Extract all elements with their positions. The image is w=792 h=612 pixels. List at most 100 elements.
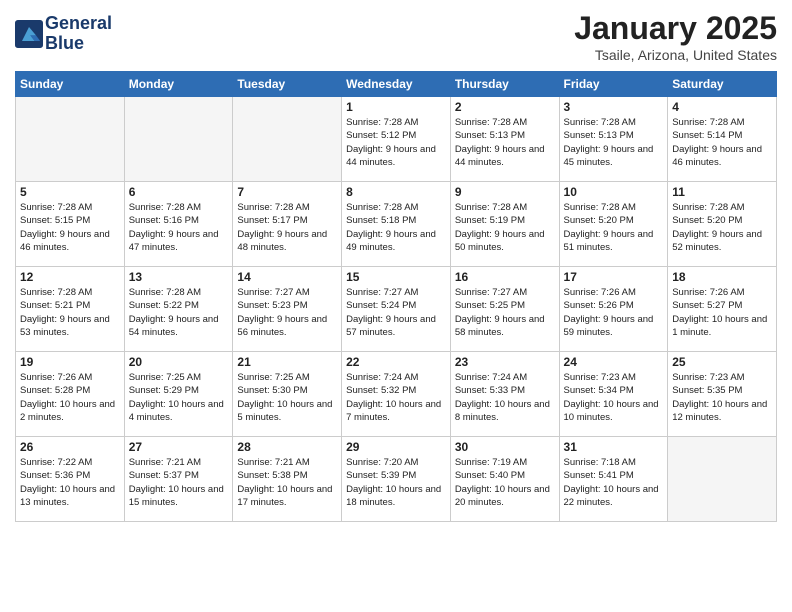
calendar-cell: 18Sunrise: 7:26 AM Sunset: 5:27 PM Dayli…: [668, 267, 777, 352]
calendar-cell: 16 Sunrise: 7:27 AM Sunset: 5:25 PM Dayli…: [450, 267, 559, 352]
day-number: 5: [20, 185, 120, 199]
day-number: 31: [564, 440, 664, 454]
calendar-cell: 20Sunrise: 7:25 AM Sunset: 5:29 PM Dayli…: [124, 352, 233, 437]
day-header-friday: Friday: [559, 72, 668, 97]
day-info: Sunrise: 7:28 AM Sunset: 5:20 PM Dayligh…: [672, 201, 772, 254]
calendar-cell: 11 Sunrise: 7:28 AM Sunset: 5:20 PM Dayli…: [668, 182, 777, 267]
week-row-2: 5 Sunrise: 7:28 AM Sunset: 5:15 PM Daylig…: [16, 182, 777, 267]
day-info: Sunrise: 7:27 AM Sunset: 5:25 PM Dayligh…: [455, 286, 555, 339]
day-info: Sunrise: 7:28 AM Sunset: 5:15 PM Dayligh…: [20, 201, 120, 254]
calendar-cell: 21 Sunrise: 7:25 AM Sunset: 5:30 PM Dayli…: [233, 352, 342, 437]
day-number: 23: [455, 355, 555, 369]
day-number: 16: [455, 270, 555, 284]
calendar-cell: 12Sunrise: 7:28 AM Sunset: 5:21 PM Dayli…: [16, 267, 125, 352]
day-info: Sunrise: 7:26 AM Sunset: 5:28 PM Dayligh…: [20, 371, 120, 424]
calendar-cell: 8 Sunrise: 7:28 AM Sunset: 5:18 PM Daylig…: [342, 182, 451, 267]
day-info: Sunrise: 7:28 AM Sunset: 5:14 PM Dayligh…: [672, 116, 772, 169]
calendar-cell: 6 Sunrise: 7:28 AM Sunset: 5:16 PM Daylig…: [124, 182, 233, 267]
logo-icon: [15, 20, 43, 48]
day-number: 13: [129, 270, 229, 284]
day-info: Sunrise: 7:25 AM Sunset: 5:30 PM Dayligh…: [237, 371, 337, 424]
day-number: 8: [346, 185, 446, 199]
day-header-tuesday: Tuesday: [233, 72, 342, 97]
calendar-cell: 30 Sunrise: 7:19 AM Sunset: 5:40 PM Dayli…: [450, 437, 559, 522]
day-number: 30: [455, 440, 555, 454]
day-header-wednesday: Wednesday: [342, 72, 451, 97]
day-number: 29: [346, 440, 446, 454]
day-number: 19: [20, 355, 120, 369]
day-info: Sunrise: 7:21 AM Sunset: 5:38 PM Dayligh…: [237, 456, 337, 509]
day-number: 25: [672, 355, 772, 369]
day-info: Sunrise: 7:23 AM Sunset: 5:35 PM Dayligh…: [672, 371, 772, 424]
day-number: 28: [237, 440, 337, 454]
location: Tsaile, Arizona, United States: [574, 47, 777, 63]
day-number: 3: [564, 100, 664, 114]
calendar-cell: [668, 437, 777, 522]
day-number: 4: [672, 100, 772, 114]
calendar-cell: 25 Sunrise: 7:23 AM Sunset: 5:35 PM Dayli…: [668, 352, 777, 437]
day-number: 26: [20, 440, 120, 454]
week-row-3: 12Sunrise: 7:28 AM Sunset: 5:21 PM Dayli…: [16, 267, 777, 352]
calendar-cell: [124, 97, 233, 182]
day-info: Sunrise: 7:28 AM Sunset: 5:18 PM Dayligh…: [346, 201, 446, 254]
day-info: Sunrise: 7:20 AM Sunset: 5:39 PM Dayligh…: [346, 456, 446, 509]
month-title: January 2025: [574, 10, 777, 47]
calendar-cell: 3 Sunrise: 7:28 AM Sunset: 5:13 PM Daylig…: [559, 97, 668, 182]
title-block: January 2025 Tsaile, Arizona, United Sta…: [574, 10, 777, 63]
calendar-cell: 24Sunrise: 7:23 AM Sunset: 5:34 PM Dayli…: [559, 352, 668, 437]
calendar-cell: 19 Sunrise: 7:26 AM Sunset: 5:28 PM Dayli…: [16, 352, 125, 437]
day-number: 7: [237, 185, 337, 199]
day-info: Sunrise: 7:26 AM Sunset: 5:26 PM Dayligh…: [564, 286, 664, 339]
week-row-4: 19 Sunrise: 7:26 AM Sunset: 5:28 PM Dayli…: [16, 352, 777, 437]
day-info: Sunrise: 7:28 AM Sunset: 5:19 PM Dayligh…: [455, 201, 555, 254]
logo: General Blue: [15, 14, 112, 54]
calendar-cell: 17 Sunrise: 7:26 AM Sunset: 5:26 PM Dayli…: [559, 267, 668, 352]
day-info: Sunrise: 7:25 AM Sunset: 5:29 PM Dayligh…: [129, 371, 229, 424]
calendar-cell: 23 Sunrise: 7:24 AM Sunset: 5:33 PM Dayli…: [450, 352, 559, 437]
day-info: Sunrise: 7:28 AM Sunset: 5:20 PM Dayligh…: [564, 201, 664, 254]
calendar-cell: 22 Sunrise: 7:24 AM Sunset: 5:32 PM Dayli…: [342, 352, 451, 437]
calendar-cell: 28 Sunrise: 7:21 AM Sunset: 5:38 PM Dayli…: [233, 437, 342, 522]
week-row-5: 26Sunrise: 7:22 AM Sunset: 5:36 PM Dayli…: [16, 437, 777, 522]
page-header: General Blue January 2025 Tsaile, Arizon…: [15, 10, 777, 63]
calendar-cell: 31 Sunrise: 7:18 AM Sunset: 5:41 PM Dayli…: [559, 437, 668, 522]
day-info: Sunrise: 7:28 AM Sunset: 5:16 PM Dayligh…: [129, 201, 229, 254]
day-info: Sunrise: 7:24 AM Sunset: 5:32 PM Dayligh…: [346, 371, 446, 424]
day-number: 6: [129, 185, 229, 199]
day-info: Sunrise: 7:28 AM Sunset: 5:13 PM Dayligh…: [564, 116, 664, 169]
day-info: Sunrise: 7:24 AM Sunset: 5:33 PM Dayligh…: [455, 371, 555, 424]
day-info: Sunrise: 7:18 AM Sunset: 5:41 PM Dayligh…: [564, 456, 664, 509]
day-number: 10: [564, 185, 664, 199]
day-info: Sunrise: 7:27 AM Sunset: 5:23 PM Dayligh…: [237, 286, 337, 339]
day-number: 21: [237, 355, 337, 369]
day-number: 15: [346, 270, 446, 284]
calendar-cell: 9 Sunrise: 7:28 AM Sunset: 5:19 PM Daylig…: [450, 182, 559, 267]
day-number: 22: [346, 355, 446, 369]
day-number: 11: [672, 185, 772, 199]
calendar-cell: 27 Sunrise: 7:21 AM Sunset: 5:37 PM Dayli…: [124, 437, 233, 522]
calendar-cell: 10 Sunrise: 7:28 AM Sunset: 5:20 PM Dayli…: [559, 182, 668, 267]
day-number: 17: [564, 270, 664, 284]
day-number: 24: [564, 355, 664, 369]
day-info: Sunrise: 7:21 AM Sunset: 5:37 PM Dayligh…: [129, 456, 229, 509]
day-number: 9: [455, 185, 555, 199]
day-info: Sunrise: 7:19 AM Sunset: 5:40 PM Dayligh…: [455, 456, 555, 509]
calendar-cell: 14 Sunrise: 7:27 AM Sunset: 5:23 PM Dayli…: [233, 267, 342, 352]
day-header-saturday: Saturday: [668, 72, 777, 97]
day-info: Sunrise: 7:28 AM Sunset: 5:21 PM Dayligh…: [20, 286, 120, 339]
day-number: 14: [237, 270, 337, 284]
day-info: Sunrise: 7:28 AM Sunset: 5:12 PM Dayligh…: [346, 116, 446, 169]
day-header-monday: Monday: [124, 72, 233, 97]
calendar-cell: 13 Sunrise: 7:28 AM Sunset: 5:22 PM Dayli…: [124, 267, 233, 352]
calendar-cell: [233, 97, 342, 182]
day-info: Sunrise: 7:28 AM Sunset: 5:13 PM Dayligh…: [455, 116, 555, 169]
calendar-cell: 26Sunrise: 7:22 AM Sunset: 5:36 PM Dayli…: [16, 437, 125, 522]
calendar-cell: 1 Sunrise: 7:28 AM Sunset: 5:12 PM Daylig…: [342, 97, 451, 182]
day-info: Sunrise: 7:28 AM Sunset: 5:22 PM Dayligh…: [129, 286, 229, 339]
day-header-sunday: Sunday: [16, 72, 125, 97]
day-info: Sunrise: 7:26 AM Sunset: 5:27 PM Dayligh…: [672, 286, 772, 339]
calendar-cell: 15Sunrise: 7:27 AM Sunset: 5:24 PM Dayli…: [342, 267, 451, 352]
day-header-thursday: Thursday: [450, 72, 559, 97]
day-number: 1: [346, 100, 446, 114]
day-number: 27: [129, 440, 229, 454]
